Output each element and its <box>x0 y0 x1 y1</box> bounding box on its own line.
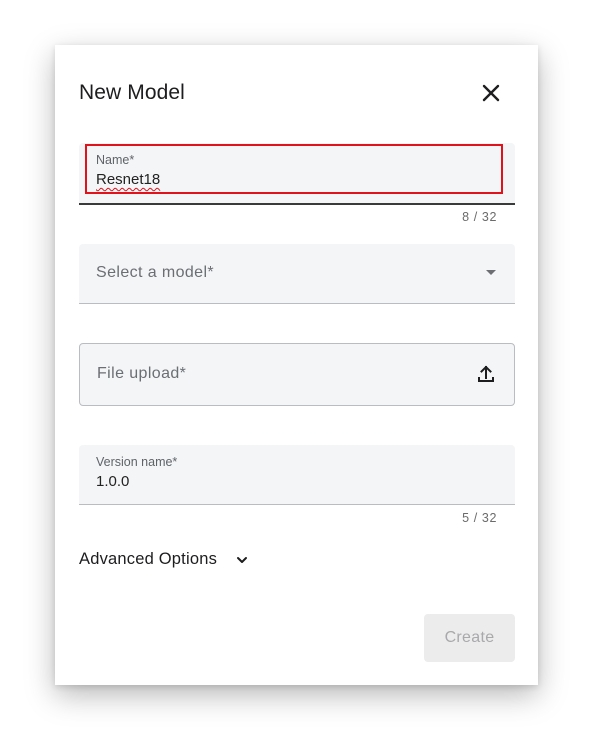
close-button[interactable] <box>478 80 504 106</box>
version-name-label: Version name* <box>96 455 178 469</box>
file-upload-placeholder: File upload* <box>97 365 187 382</box>
name-input[interactable]: Resnet18 <box>96 171 160 188</box>
upload-icon[interactable] <box>476 364 496 384</box>
chevron-down-icon <box>237 556 248 563</box>
advanced-options-toggle[interactable]: Advanced Options <box>79 550 249 569</box>
name-field[interactable]: Name* Resnet18 <box>79 143 515 205</box>
model-select[interactable]: Select a model* <box>79 244 515 304</box>
version-name-field[interactable]: Version name* 1.0.0 <box>79 445 515 505</box>
close-icon <box>482 84 500 102</box>
file-upload-field[interactable]: File upload* <box>79 343 515 406</box>
version-name-input[interactable]: 1.0.0 <box>96 473 129 490</box>
version-char-counter: 5 / 32 <box>462 511 497 525</box>
create-button[interactable]: Create <box>424 614 515 662</box>
dialog-title: New Model <box>79 81 185 104</box>
advanced-options-label: Advanced Options <box>79 550 218 568</box>
new-model-dialog: New Model Name* Resnet18 8 / 32 Select a… <box>55 45 538 685</box>
dropdown-arrow-icon <box>486 270 496 275</box>
name-char-counter: 8 / 32 <box>462 210 497 224</box>
model-select-placeholder: Select a model* <box>96 264 215 281</box>
name-field-label: Name* <box>96 153 135 167</box>
